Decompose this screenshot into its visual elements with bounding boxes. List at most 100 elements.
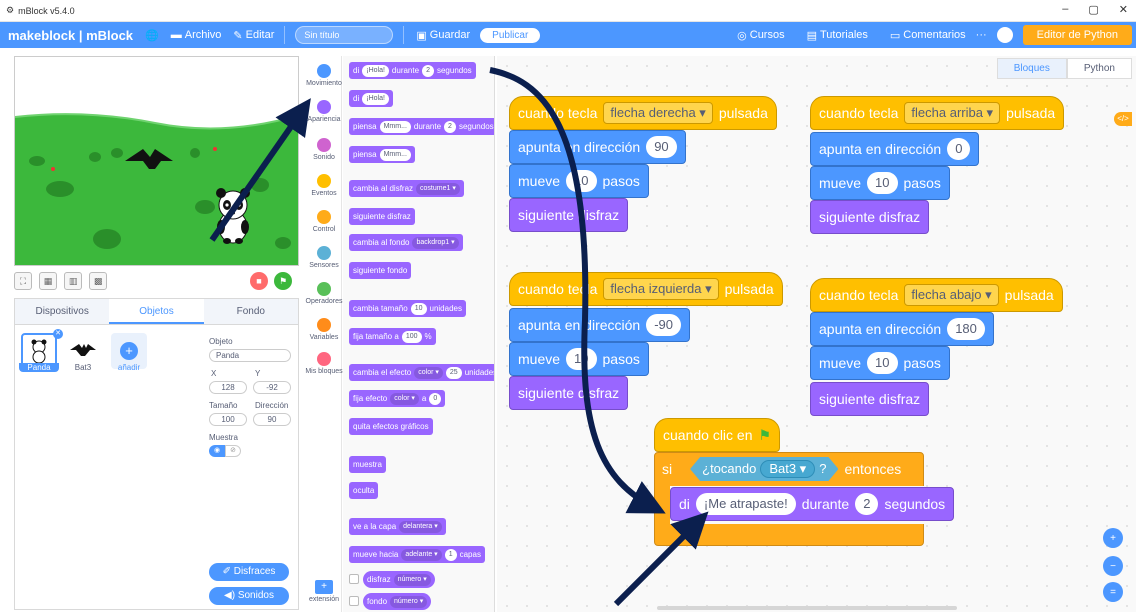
tutoriales-link[interactable]: ▤ Tutoriales: [807, 29, 868, 42]
secs-input[interactable]: 2: [422, 64, 434, 77]
category-mis-bloques[interactable]: Mis bloques: [304, 352, 344, 375]
message-input[interactable]: ¡Me atrapaste!: [695, 493, 796, 515]
tab-python[interactable]: Python: [1066, 58, 1132, 79]
size-field[interactable]: 100: [209, 413, 247, 426]
editar-menu[interactable]: ✎ Editar: [233, 29, 274, 42]
palette-block-move-layer[interactable]: mueve hacia adelante ▾ 1 capas: [349, 546, 485, 563]
fullscreen-icon[interactable]: ⛶: [14, 272, 32, 290]
effect-input[interactable]: 0: [429, 392, 442, 405]
category-variables[interactable]: Variables: [304, 318, 344, 341]
palette-block-show[interactable]: muestra: [349, 456, 386, 473]
palette-block-change-effect[interactable]: cambia el efecto color ▾ 25 unidades: [349, 364, 494, 381]
when-key-pressed-block[interactable]: cuando tecla flecha arriba ▾ pulsada: [810, 96, 1065, 130]
category-eventos[interactable]: Eventos: [304, 174, 344, 197]
when-flag-clicked-block[interactable]: cuando clic en ⚑: [654, 418, 781, 452]
object-name-field[interactable]: Panda: [209, 349, 291, 362]
palette-block-set-size[interactable]: fija tamaño a 100%: [349, 328, 436, 345]
next-costume-block[interactable]: siguiente disfraz: [509, 376, 629, 410]
palette-block-backdrop-reporter[interactable]: fondo número ▾: [363, 593, 432, 610]
effect-input[interactable]: 25: [445, 366, 462, 379]
stage[interactable]: [14, 56, 299, 266]
costume-number-dropdown[interactable]: número ▾: [393, 573, 431, 586]
key-dropdown[interactable]: flecha izquierda ▾: [603, 278, 719, 300]
green-flag-icon[interactable]: ⚑: [274, 272, 292, 290]
show-visible-eye-icon[interactable]: ◉: [209, 445, 225, 457]
say-input[interactable]: ¡Hola!: [362, 92, 389, 105]
category-sonido[interactable]: Sonido: [304, 138, 344, 161]
language-globe-icon[interactable]: 🌐: [145, 29, 159, 42]
next-costume-block[interactable]: siguiente disfraz: [810, 382, 930, 416]
palette-block-switch-costume[interactable]: cambia al disfraz costume1 ▾: [349, 180, 464, 197]
point-direction-block[interactable]: apunta en dirección 180: [810, 312, 994, 346]
direction-input[interactable]: 90: [646, 136, 677, 158]
move-steps-block[interactable]: mueve 10 pasos: [810, 166, 950, 200]
category-control[interactable]: Control: [304, 210, 344, 233]
key-dropdown[interactable]: flecha arriba ▾: [904, 102, 1001, 124]
secs-input[interactable]: 2: [444, 120, 456, 133]
touching-condition[interactable]: ¿tocando Bat3 ▾ ?: [690, 457, 838, 481]
tab-fondo[interactable]: Fondo: [204, 299, 298, 324]
steps-input[interactable]: 10: [867, 172, 898, 194]
key-dropdown[interactable]: flecha derecha ▾: [603, 102, 713, 124]
sounds-button[interactable]: ◀) Sonidos: [209, 587, 289, 605]
comentarios-link[interactable]: ▭ Comentarios: [890, 29, 966, 42]
close-button[interactable]: ✕: [1119, 3, 1128, 16]
guardar-button[interactable]: ▣ Guardar: [416, 29, 470, 42]
horizontal-scrollbar[interactable]: [657, 606, 957, 610]
layer-dropdown[interactable]: delantera ▾: [399, 520, 442, 533]
say-for-block[interactable]: di ¡Me atrapaste! durante 2 segundos: [670, 487, 955, 521]
cursos-link[interactable]: ◎ Cursos: [737, 29, 784, 42]
delete-sprite-icon[interactable]: ✕: [53, 329, 63, 339]
medium-stage-icon[interactable]: ▥: [64, 272, 83, 290]
touching-target-dropdown[interactable]: Bat3 ▾: [760, 460, 815, 478]
palette-block-go-layer[interactable]: ve a la capa delantera ▾: [349, 518, 446, 535]
backdrop-number-dropdown[interactable]: número ▾: [390, 595, 428, 608]
y-field[interactable]: -92: [253, 381, 291, 394]
script-workspace[interactable]: Bloques Python </> cuando tecla flecha d…: [497, 56, 1136, 612]
when-key-pressed-block[interactable]: cuando tecla flecha abajo ▾ pulsada: [810, 278, 1063, 312]
zoom-out-button[interactable]: −: [1103, 556, 1123, 576]
point-direction-block[interactable]: apunta en dirección 90: [509, 130, 686, 164]
direction-dropdown[interactable]: adelante ▾: [401, 548, 442, 561]
steps-input[interactable]: 10: [566, 170, 597, 192]
restore-button[interactable]: ▢: [1088, 3, 1098, 16]
category-movimiento[interactable]: Movimiento: [304, 64, 344, 87]
size-input[interactable]: 10: [410, 302, 427, 315]
key-dropdown[interactable]: flecha abajo ▾: [904, 284, 999, 306]
palette-block-switch-backdrop[interactable]: cambia al fondo backdrop1 ▾: [349, 234, 463, 251]
category-sensores[interactable]: Sensores: [304, 246, 344, 269]
think-input[interactable]: Mmm...: [379, 148, 411, 161]
archivo-menu[interactable]: ▬ Archivo: [171, 29, 222, 41]
size-input[interactable]: 100: [401, 330, 422, 343]
category-apariencia[interactable]: Apariencia: [304, 100, 344, 123]
small-stage-icon[interactable]: ▦: [39, 272, 58, 290]
python-editor-button[interactable]: Editor de Python: [1022, 25, 1132, 45]
palette-block-think-for[interactable]: piensa Mmm... durante 2 segundos: [349, 118, 494, 135]
grid-icon[interactable]: ▩: [89, 272, 108, 290]
code-toggle-icon[interactable]: </>: [1114, 112, 1132, 126]
seconds-input[interactable]: 2: [855, 493, 879, 515]
think-input[interactable]: Mmm...: [379, 120, 411, 133]
project-title-input[interactable]: Sin título: [295, 26, 394, 44]
extension-button[interactable]: + extensión: [304, 580, 344, 603]
tab-bloques[interactable]: Bloques: [996, 58, 1067, 79]
palette-block-change-size[interactable]: cambia tamaño 10 unidades: [349, 300, 466, 317]
palette-block-next-backdrop[interactable]: siguiente fondo: [349, 262, 412, 279]
tab-objetos[interactable]: Objetos: [109, 299, 204, 324]
hide-eye-icon[interactable]: ⊘: [225, 445, 241, 457]
when-key-pressed-block[interactable]: cuando tecla flecha izquierda ▾ pulsada: [509, 272, 783, 306]
backdrop-dropdown[interactable]: backdrop1 ▾: [412, 236, 459, 249]
costumes-button[interactable]: ✐ Disfraces: [209, 563, 289, 581]
say-input[interactable]: ¡Hola!: [362, 64, 389, 77]
palette-block-set-effect[interactable]: fija efecto color ▾ a 0: [349, 390, 446, 407]
palette-block-hide[interactable]: oculta: [349, 482, 379, 499]
backdrop-reporter-checkbox[interactable]: [349, 596, 359, 606]
tab-dispositivos[interactable]: Dispositivos: [15, 299, 109, 324]
steps-input[interactable]: 10: [867, 352, 898, 374]
zoom-reset-button[interactable]: =: [1103, 582, 1123, 602]
layers-input[interactable]: 1: [444, 548, 457, 561]
palette-block-costume-reporter[interactable]: disfraz número ▾: [363, 571, 435, 588]
direction-input[interactable]: 0: [947, 138, 971, 160]
more-menu[interactable]: ···: [976, 29, 987, 41]
stop-icon[interactable]: ■: [250, 272, 268, 290]
